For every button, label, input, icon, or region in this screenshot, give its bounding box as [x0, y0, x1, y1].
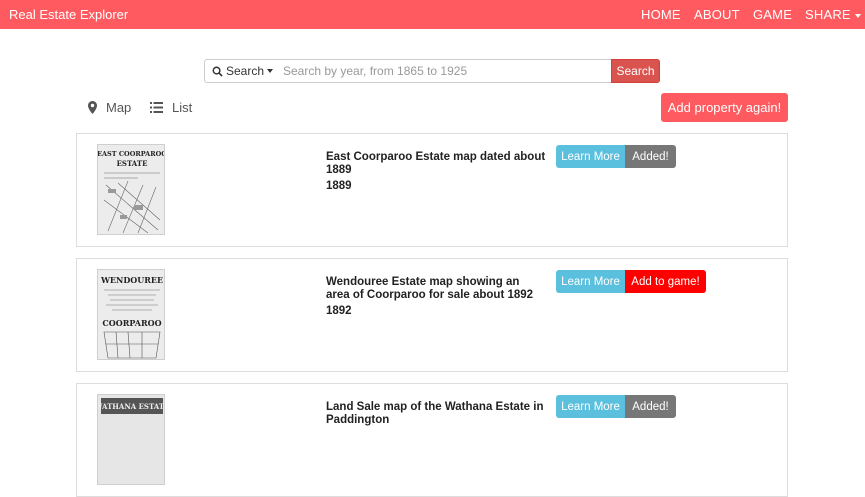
add-property-again-button[interactable]: Add property again!	[661, 93, 788, 122]
search-type-label: Search	[226, 64, 265, 78]
svg-text:EAST COORPAROO: EAST COORPAROO	[98, 150, 165, 158]
result-title[interactable]: East Coorparoo Estate map dated about 18…	[326, 151, 546, 177]
result-title[interactable]: Wendouree Estate map showing an area of …	[326, 276, 546, 302]
map-view-label: Map	[106, 100, 132, 115]
result-year: 1889	[326, 180, 352, 192]
list-view-toggle[interactable]: List	[150, 100, 192, 115]
map-thumbnail[interactable]: WENDOUREE COORPAROO	[97, 269, 165, 360]
result-card: WENDOUREE COORPAROO Wendouree Estate map…	[76, 258, 788, 372]
search-type-dropdown[interactable]: Search	[204, 59, 276, 83]
svg-text:WATHANA ESTATE: WATHANA ESTATE	[98, 402, 165, 411]
map-thumbnail[interactable]: WATHANA ESTATE	[97, 394, 165, 485]
chevron-down-icon	[267, 69, 274, 73]
brand-link[interactable]: Real Estate Explorer	[9, 7, 128, 22]
map-marker-icon	[88, 101, 97, 114]
search-icon	[212, 66, 223, 77]
nav-about[interactable]: ABOUT	[694, 7, 740, 22]
map-view-toggle[interactable]: Map	[88, 100, 131, 115]
search-button[interactable]: Search	[611, 59, 660, 83]
result-year: 1892	[326, 305, 352, 317]
result-title[interactable]: Land Sale map of the Wathana Estate in P…	[326, 401, 546, 427]
nav-home[interactable]: HOME	[641, 7, 681, 22]
added-button[interactable]: Added!	[625, 145, 676, 168]
svg-text:ESTATE: ESTATE	[117, 159, 148, 168]
learn-more-button[interactable]: Learn More	[556, 395, 625, 418]
result-card: EAST COORPAROO ESTATE East Coorparoo Est…	[76, 133, 788, 247]
list-icon	[150, 102, 163, 113]
nav-game[interactable]: GAME	[753, 7, 792, 22]
map-thumbnail[interactable]: EAST COORPAROO ESTATE	[97, 144, 165, 235]
svg-text:COORPAROO: COORPAROO	[102, 318, 161, 328]
chevron-down-icon	[854, 13, 861, 18]
result-card: WATHANA ESTATE Land Sale map of the Wath…	[76, 383, 788, 497]
svg-text:WENDOUREE: WENDOUREE	[100, 275, 163, 285]
nav-share-dropdown[interactable]: SHARE	[805, 7, 861, 22]
search-input[interactable]	[275, 59, 612, 83]
learn-more-button[interactable]: Learn More	[556, 145, 625, 168]
added-button[interactable]: Added!	[625, 395, 676, 418]
top-navbar: Real Estate Explorer HOME ABOUT GAME SHA…	[0, 0, 865, 29]
add-to-game-button[interactable]: Add to game!	[625, 270, 706, 293]
nav-share-label: SHARE	[805, 7, 851, 22]
learn-more-button[interactable]: Learn More	[556, 270, 625, 293]
list-view-label: List	[172, 100, 193, 115]
